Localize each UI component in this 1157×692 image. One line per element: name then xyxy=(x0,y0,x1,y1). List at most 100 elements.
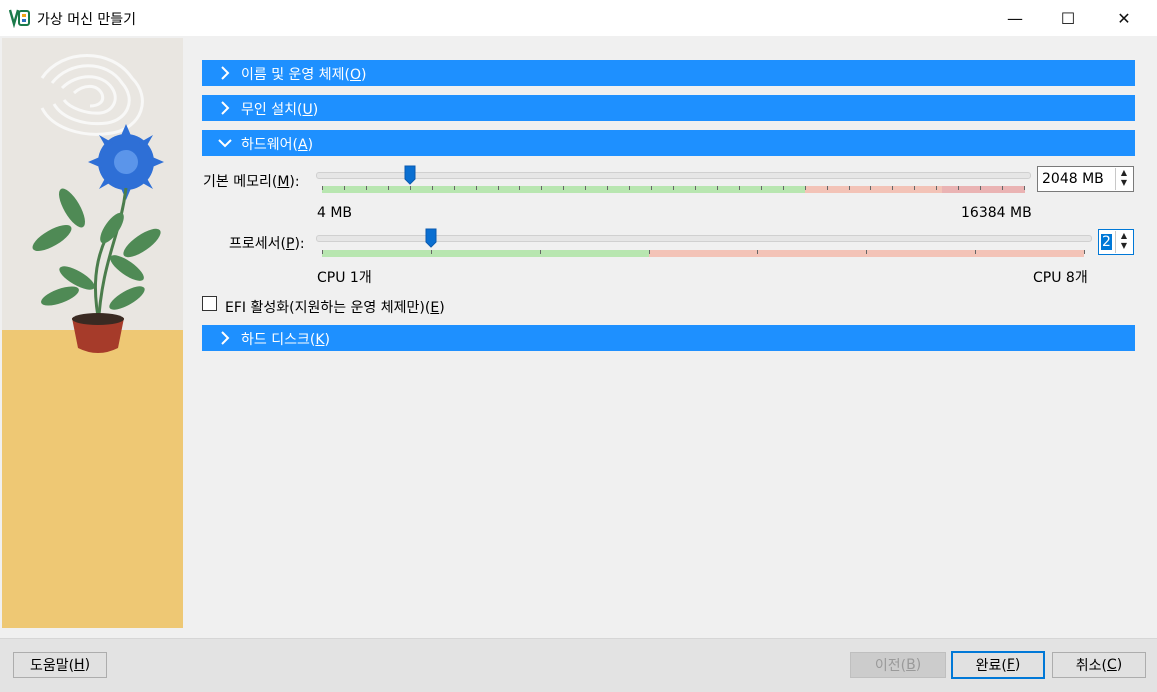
close-window-button[interactable]: ✕ xyxy=(1101,0,1147,36)
slider-tick xyxy=(454,186,455,190)
slider-tick xyxy=(805,186,806,190)
slider-tick xyxy=(717,186,718,190)
button-close: ) xyxy=(1116,657,1123,673)
slider-tick xyxy=(498,186,499,190)
section-name-os[interactable]: 이름 및 운영 체제(O) xyxy=(202,60,1135,86)
label-close: ): xyxy=(294,236,305,252)
memory-min-label: 4 MB xyxy=(317,205,353,221)
spin-up-icon[interactable]: ▲ xyxy=(1116,231,1132,241)
section-hard-disk-label: 하드 디스크( xyxy=(241,332,316,348)
memory-zone-warn xyxy=(805,186,942,193)
section-hardware-label: 하드웨어( xyxy=(241,137,298,153)
finish-button[interactable]: 완료(F) xyxy=(951,651,1045,679)
label-close: ) xyxy=(439,300,445,316)
processor-slider-thumb[interactable] xyxy=(425,228,437,248)
slider-tick xyxy=(366,186,367,190)
efi-label[interactable]: EFI 활성화(지원하는 운영 체제만)(E) xyxy=(225,297,445,317)
mnemonic-f: F xyxy=(1006,657,1015,673)
processor-label: 프로세서(P): xyxy=(229,233,305,253)
slider-tick xyxy=(607,186,608,190)
processor-max-label: CPU 8개 xyxy=(1033,270,1088,286)
spin-down-icon[interactable]: ▼ xyxy=(1116,241,1132,251)
slider-tick xyxy=(914,186,915,190)
mnemonic-h: H xyxy=(74,657,85,673)
potted-plant-illustration xyxy=(32,54,164,353)
processor-min-label: CPU 1개 xyxy=(317,270,372,286)
back-button-label: 이전( xyxy=(874,658,907,674)
slider-tick xyxy=(388,186,389,190)
slider-tick xyxy=(936,186,937,190)
chevron-right-icon xyxy=(221,101,230,115)
wizard-illustration xyxy=(2,38,183,628)
spin-down-icon[interactable]: ▼ xyxy=(1116,178,1132,188)
memory-slider-track[interactable] xyxy=(316,172,1031,179)
chevron-right-icon xyxy=(221,66,230,80)
slider-tick xyxy=(541,186,542,190)
slider-tick xyxy=(695,186,696,190)
memory-value[interactable]: 2048 MB xyxy=(1042,171,1104,187)
slider-tick xyxy=(519,186,520,190)
back-button[interactable]: 이전(B) xyxy=(850,652,946,678)
slider-tick xyxy=(761,186,762,190)
mnemonic-e: E xyxy=(430,300,440,316)
slider-tick xyxy=(757,250,758,254)
slider-tick xyxy=(673,186,674,190)
mnemonic-u: U xyxy=(302,102,313,118)
slider-tick xyxy=(344,186,345,190)
slider-tick xyxy=(739,186,740,190)
memory-slider-thumb[interactable] xyxy=(404,165,416,185)
slider-tick xyxy=(432,186,433,190)
slider-tick xyxy=(827,186,828,190)
button-close: ) xyxy=(1014,657,1021,673)
slider-tick xyxy=(975,250,976,254)
slider-tick xyxy=(563,186,564,190)
memory-label-text: 기본 메모리( xyxy=(203,174,278,190)
maximize-button[interactable]: ☐ xyxy=(1045,0,1091,36)
slider-tick xyxy=(540,250,541,254)
slider-tick xyxy=(651,186,652,190)
paren-close: ) xyxy=(307,137,314,153)
slider-tick xyxy=(1084,250,1085,254)
processor-zone-good xyxy=(322,250,649,257)
slider-tick xyxy=(958,186,959,190)
mnemonic-b: B xyxy=(906,657,916,673)
slider-tick xyxy=(783,186,784,190)
cancel-button[interactable]: 취소(C) xyxy=(1052,652,1146,678)
close-icon: ✕ xyxy=(1117,8,1131,28)
mnemonic-c: C xyxy=(1106,657,1117,673)
slider-tick xyxy=(476,186,477,190)
slider-tick xyxy=(892,186,893,190)
efi-label-text: EFI 활성화(지원하는 운영 체제만)( xyxy=(225,300,431,316)
memory-label: 기본 메모리(M): xyxy=(203,171,300,191)
mnemonic-k: K xyxy=(315,332,325,348)
help-button[interactable]: 도움말(H) xyxy=(13,652,107,678)
minimize-icon: — xyxy=(1007,8,1023,28)
slider-tick xyxy=(431,250,432,254)
section-hard-disk[interactable]: 하드 디스크(K) xyxy=(202,325,1135,351)
minimize-button[interactable]: — xyxy=(992,0,1038,36)
slider-tick xyxy=(629,186,630,190)
efi-checkbox[interactable] xyxy=(202,296,217,311)
mnemonic-a: A xyxy=(297,137,308,153)
slider-tick xyxy=(649,250,650,254)
label-close: ): xyxy=(289,174,300,190)
paren-close: ) xyxy=(324,332,330,348)
memory-zone-bad xyxy=(942,186,1025,193)
slider-tick xyxy=(980,186,981,190)
memory-spinbox[interactable]: 2048 MB ▲ ▼ xyxy=(1037,166,1134,192)
maximize-icon: ☐ xyxy=(1060,8,1076,28)
processor-value[interactable]: 2 xyxy=(1101,234,1112,250)
finish-button-label: 완료( xyxy=(975,658,1007,674)
memory-max-label: 16384 MB xyxy=(961,205,1032,221)
slider-tick xyxy=(870,186,871,190)
paren-close: ) xyxy=(312,102,319,118)
slider-tick xyxy=(866,250,867,254)
processor-spinbox[interactable]: 2 ▲ ▼ xyxy=(1098,229,1134,255)
section-name-os-label: 이름 및 운영 체제( xyxy=(241,67,350,83)
paren-close: ) xyxy=(361,67,367,83)
spin-up-icon[interactable]: ▲ xyxy=(1116,168,1132,178)
section-unattended[interactable]: 무인 설치(U) xyxy=(202,95,1135,121)
cancel-button-label: 취소( xyxy=(1075,658,1107,674)
slider-tick xyxy=(1002,186,1003,190)
section-hardware[interactable]: 하드웨어(A) xyxy=(202,130,1135,156)
